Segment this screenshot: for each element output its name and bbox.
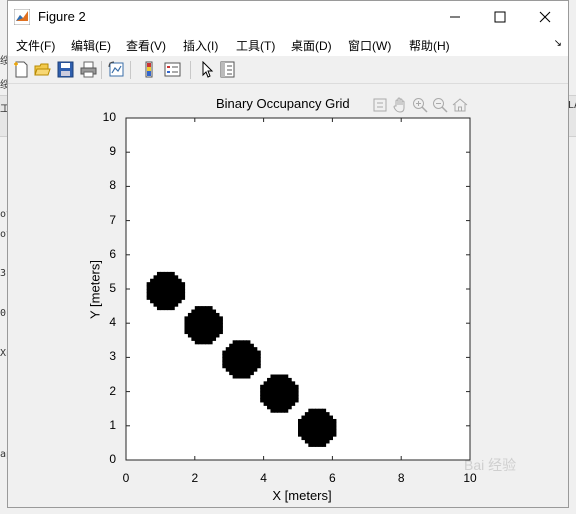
x-tick-label: 4 [260,471,267,485]
y-tick-label: 1 [109,417,116,432]
minimize-button[interactable] [432,1,478,32]
menu-bar: 文件(F) 编辑(E) 查看(V) 插入(I) 工具(T) 桌面(D) 窗口(W… [8,32,568,56]
minimize-icon [450,16,460,17]
menu-file[interactable]: 文件(F) [16,37,55,54]
x-tick-label: 0 [122,471,130,485]
maximize-button[interactable] [477,1,523,32]
zoom-in-icon[interactable] [412,97,428,113]
menu-insert[interactable]: 插入(I) [183,37,218,54]
menu-edit[interactable]: 编辑(E) [71,37,111,54]
link-plot-icon[interactable] [108,61,125,78]
zoom-out-icon[interactable] [432,97,448,113]
insert-colorbar-icon[interactable] [141,61,158,78]
window-title: Figure 2 [38,9,86,24]
menu-tools[interactable]: 工具(T) [236,37,275,54]
menu-desktop[interactable]: 桌面(D) [291,37,332,54]
background-text-fragment: LA [568,100,576,111]
pan-hand-icon[interactable] [392,97,408,113]
restore-view-icon[interactable] [372,97,388,113]
title-bar[interactable]: Figure 2 [8,1,568,32]
y-tick-label: 8 [109,178,116,193]
new-figure-icon[interactable] [13,61,30,78]
menu-help[interactable]: 帮助(H) [409,37,450,54]
maximize-icon [494,11,506,22]
toolbar-separator [101,61,102,79]
y-tick-label: 7 [109,212,116,227]
edit-plot-arrow-icon[interactable] [198,60,215,78]
menu-view[interactable]: 查看(V) [126,37,166,54]
toolbar-separator [190,61,191,79]
y-tick-label: 3 [109,349,116,364]
save-icon[interactable] [57,61,74,78]
home-icon[interactable] [452,97,468,113]
y-tick-label: 0 [109,452,116,466]
insert-legend-icon[interactable] [164,61,181,78]
open-file-icon[interactable] [34,61,51,78]
chart-title: Binary Occupancy Grid [216,96,350,111]
menu-dock-arrow-icon[interactable]: ↘ [554,38,562,49]
y-axis-label: Y [meters] [87,260,103,320]
x-tick-label: 6 [329,471,336,485]
matlab-icon [13,8,31,26]
close-icon [539,11,551,22]
x-axis-label: X [meters] [272,488,332,503]
close-button[interactable] [522,1,568,32]
y-tick-label: 9 [109,144,116,159]
toolbar-separator [130,61,131,79]
menu-window[interactable]: 窗口(W) [348,37,391,54]
y-tick-label: 2 [109,383,116,398]
print-icon[interactable] [80,61,97,78]
y-tick-label: 10 [102,110,116,124]
x-tick-label: 8 [397,471,405,485]
watermark-logo: Bai 经验 [464,457,517,473]
x-tick-label: 2 [191,471,199,485]
figure-toolbar [8,57,568,84]
property-inspector-icon[interactable] [219,61,236,78]
